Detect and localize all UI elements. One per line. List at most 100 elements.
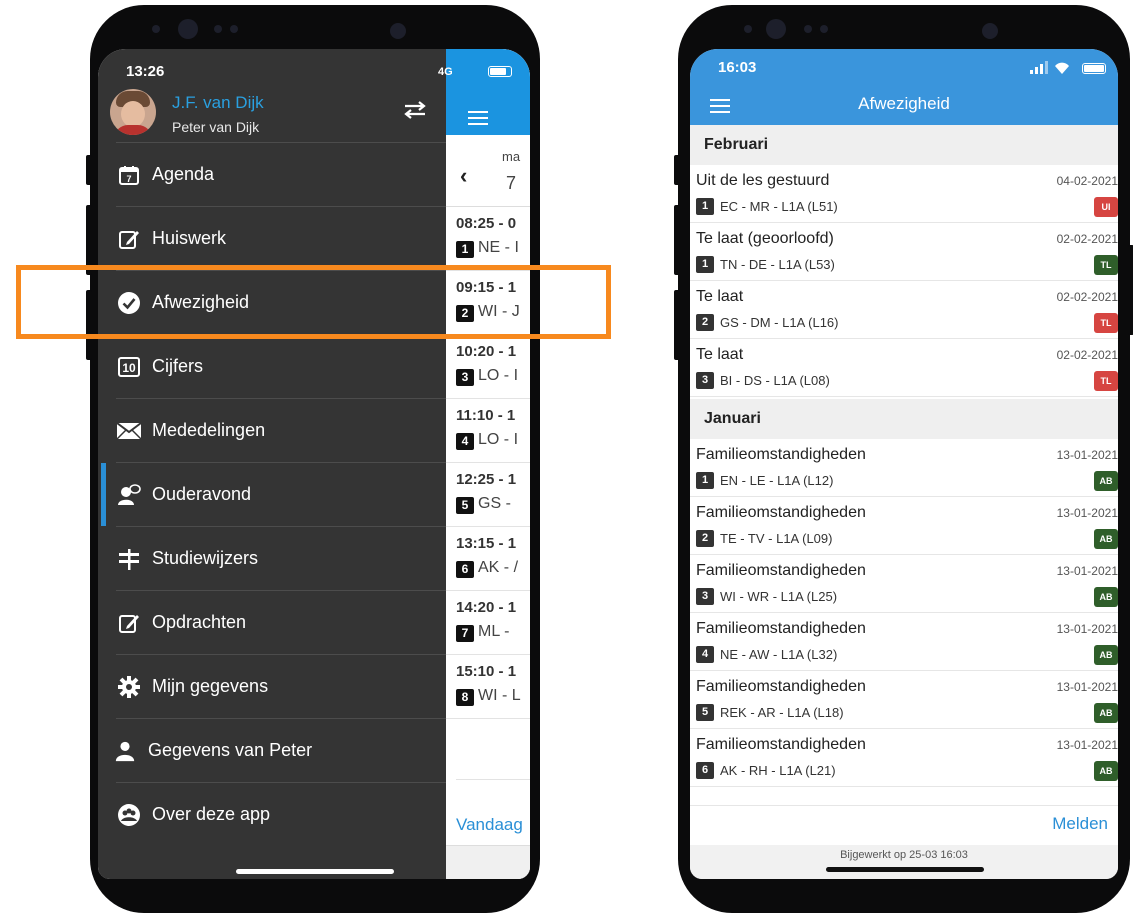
- menu-item-mededelingen[interactable]: Mededelingen: [98, 399, 446, 462]
- lesson-hour-badge: 1: [456, 241, 474, 258]
- right-screen: 16:03 Afwezigheid Februari Uit de les ge…: [690, 49, 1118, 879]
- menu-item-opdrachten[interactable]: Opdrachten: [98, 591, 446, 654]
- chevron-left-icon[interactable]: ‹: [460, 163, 467, 189]
- absence-code-badge: TL: [1094, 313, 1118, 333]
- menu-label: Gegevens van Peter: [148, 740, 313, 760]
- footer-bar: [446, 845, 530, 879]
- absence-row[interactable]: Familieomstandigheden 13-01-2021 6 AK - …: [690, 729, 1118, 787]
- menu-label: Huiswerk: [152, 228, 227, 248]
- navigation-drawer: 13:26 J.F. van Dijk Peter van Dijk 7 Age…: [98, 49, 446, 879]
- sensor-dot: [982, 23, 998, 39]
- agenda-header: 4G: [438, 49, 530, 135]
- lesson-hour-badge: 3: [696, 588, 714, 605]
- absence-code-badge: AB: [1094, 761, 1118, 781]
- absence-code-badge: AB: [1094, 645, 1118, 665]
- lesson-slot[interactable]: 12:25 - 1 5 GS -: [446, 463, 530, 527]
- lesson-time: 12:25 - 1: [456, 471, 517, 488]
- user-icon: [112, 738, 138, 764]
- page-title: Afwezigheid: [858, 94, 950, 113]
- avatar[interactable]: [110, 89, 156, 135]
- menu-label: Over deze app: [152, 804, 271, 824]
- menu-label: Opdrachten: [152, 612, 247, 632]
- status-time: 13:26: [126, 63, 165, 80]
- network-label: 4G: [438, 66, 453, 78]
- hamburger-icon[interactable]: [468, 111, 488, 129]
- lesson-time: 13:15 - 1: [456, 535, 517, 552]
- group-icon: [116, 802, 142, 828]
- absence-reason: Te laat: [696, 346, 744, 363]
- left-screen: 13:26 J.F. van Dijk Peter van Dijk 7 Age…: [98, 49, 530, 879]
- lesson-text: LO - I: [478, 431, 519, 448]
- absence-row[interactable]: Familieomstandigheden 13-01-2021 4 NE - …: [690, 613, 1118, 671]
- absence-row[interactable]: Te laat 02-02-2021 2 GS - DM - L1A (L16)…: [690, 281, 1118, 339]
- menu-item-mijn-gegevens[interactable]: Mijn gegevens: [98, 655, 446, 718]
- lesson-hour-badge: 7: [456, 625, 474, 642]
- grades-icon: 10: [116, 354, 142, 380]
- sensor-dot: [214, 25, 222, 33]
- lesson-slot[interactable]: 14:20 - 1 7 ML -: [446, 591, 530, 655]
- lesson-info: AK - RH - L1A (L21): [720, 763, 836, 778]
- absence-row[interactable]: Uit de les gestuurd 04-02-2021 1 EC - MR…: [690, 165, 1118, 223]
- menu-item-ouderavond[interactable]: Ouderavond: [98, 463, 446, 526]
- lesson-time: 10:20 - 1: [456, 343, 517, 360]
- battery-icon: [488, 66, 512, 77]
- absence-reason: Familieomstandigheden: [696, 736, 866, 753]
- absence-date: 13-01-2021: [1056, 564, 1118, 578]
- absence-date: 13-01-2021: [1056, 622, 1118, 636]
- menu-item-over-deze-app[interactable]: Over deze app: [98, 783, 446, 846]
- left-phone: 13:26 J.F. van Dijk Peter van Dijk 7 Age…: [86, 5, 540, 913]
- menu-label: Mijn gegevens: [152, 676, 269, 696]
- absence-row[interactable]: Familieomstandigheden 13-01-2021 2 TE - …: [690, 497, 1118, 555]
- absence-code-badge: AB: [1094, 529, 1118, 549]
- menu-item-huiswerk[interactable]: Huiswerk: [98, 207, 446, 270]
- absence-row[interactable]: Te laat 02-02-2021 3 BI - DS - L1A (L08)…: [690, 339, 1118, 397]
- absence-date: 13-01-2021: [1056, 680, 1118, 694]
- front-camera: [178, 19, 198, 39]
- menu-item-studiewijzers[interactable]: Studiewijzers: [98, 527, 446, 590]
- lesson-slot[interactable]: 10:20 - 1 3 LO - I: [446, 335, 530, 399]
- absence-date: 13-01-2021: [1056, 506, 1118, 520]
- lesson-time: 14:20 - 1: [456, 599, 517, 616]
- swap-icon[interactable]: [402, 99, 428, 121]
- absence-row[interactable]: Familieomstandigheden 13-01-2021 3 WI - …: [690, 555, 1118, 613]
- lesson-info: WI - WR - L1A (L25): [720, 589, 838, 604]
- status-time: 16:03: [718, 59, 757, 76]
- signal-wifi-icon: [1030, 61, 1069, 74]
- lesson-time: 08:25 - 0: [456, 215, 517, 232]
- lesson-slot[interactable]: 08:25 - 0 1 NE - I: [446, 207, 530, 271]
- lesson-slot[interactable]: 11:10 - 1 4 LO - I: [446, 399, 530, 463]
- lesson-hour-badge: 6: [456, 561, 474, 578]
- lesson-hour-badge: 8: [456, 689, 474, 706]
- absence-date: 02-02-2021: [1056, 290, 1118, 304]
- absence-row[interactable]: Te laat (geoorloofd) 02-02-2021 1 TN - D…: [690, 223, 1118, 281]
- edit-icon: [116, 610, 142, 636]
- absence-reason: Familieomstandigheden: [696, 678, 866, 695]
- battery-icon: [1082, 63, 1106, 74]
- absence-reason: Familieomstandigheden: [696, 446, 866, 463]
- lesson-text: WI - L: [478, 687, 521, 704]
- front-camera: [766, 19, 786, 39]
- last-updated-label: Bijgewerkt op 25-03 16:03: [690, 845, 1118, 879]
- lesson-text: NE - I: [478, 239, 519, 256]
- melden-button[interactable]: Melden: [1052, 814, 1108, 834]
- sensor-dot: [152, 25, 160, 33]
- absence-row[interactable]: Familieomstandigheden 13-01-2021 5 REK -…: [690, 671, 1118, 729]
- menu-label: Cijfers: [152, 356, 204, 376]
- lesson-info: EC - MR - L1A (L51): [720, 199, 838, 214]
- lesson-hour-badge: 1: [696, 198, 714, 215]
- today-button[interactable]: Vandaag: [456, 815, 523, 835]
- absence-reason: Te laat (geoorloofd): [696, 230, 834, 247]
- absence-row[interactable]: Familieomstandigheden 13-01-2021 1 EN - …: [690, 439, 1118, 497]
- lesson-hour-badge: 3: [456, 369, 474, 386]
- absence-reason: Te laat: [696, 288, 744, 305]
- lesson-slot[interactable]: 15:10 - 1 8 WI - L: [446, 655, 530, 719]
- svg-text:7: 7: [126, 174, 131, 184]
- section-header: Januari: [690, 399, 1118, 439]
- menu-item-agenda[interactable]: 7 Agenda: [98, 143, 446, 206]
- lesson-slot[interactable]: 13:15 - 1 6 AK - /: [446, 527, 530, 591]
- calendar-icon: 7: [116, 162, 142, 188]
- absence-code-badge: AB: [1094, 703, 1118, 723]
- volume-up-button: [674, 205, 680, 275]
- menu-item-gegevens-van-peter[interactable]: Gegevens van Peter: [98, 719, 446, 782]
- menu-item-cijfers[interactable]: 10 Cijfers: [98, 335, 446, 398]
